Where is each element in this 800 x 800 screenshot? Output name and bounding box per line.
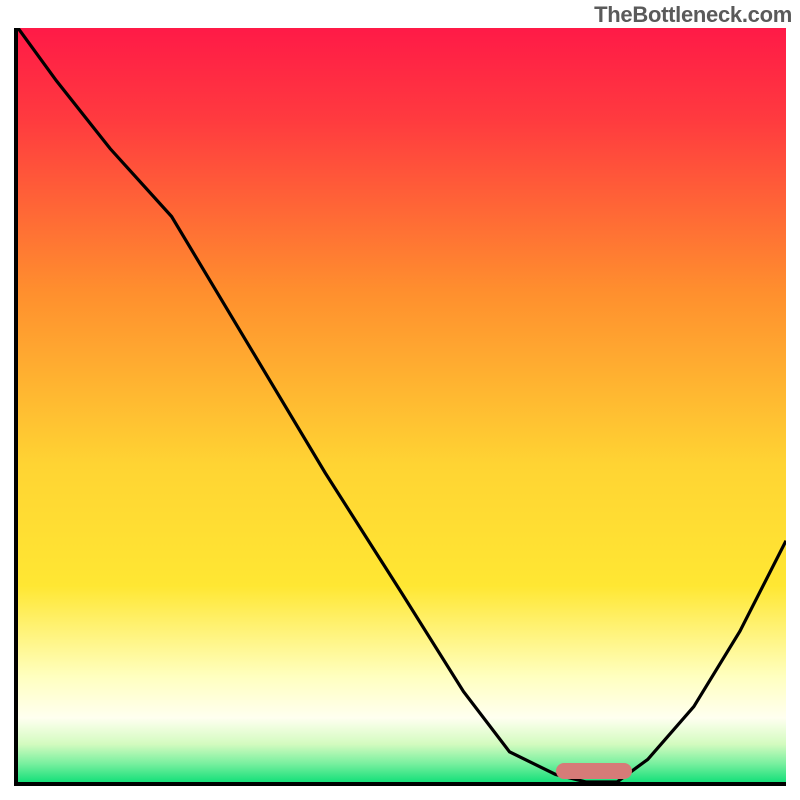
plot-area — [18, 28, 786, 782]
bottleneck-curve — [18, 28, 786, 782]
chart-axes — [14, 28, 786, 786]
optimum-marker — [556, 763, 633, 779]
watermark-text: TheBottleneck.com — [594, 2, 792, 28]
